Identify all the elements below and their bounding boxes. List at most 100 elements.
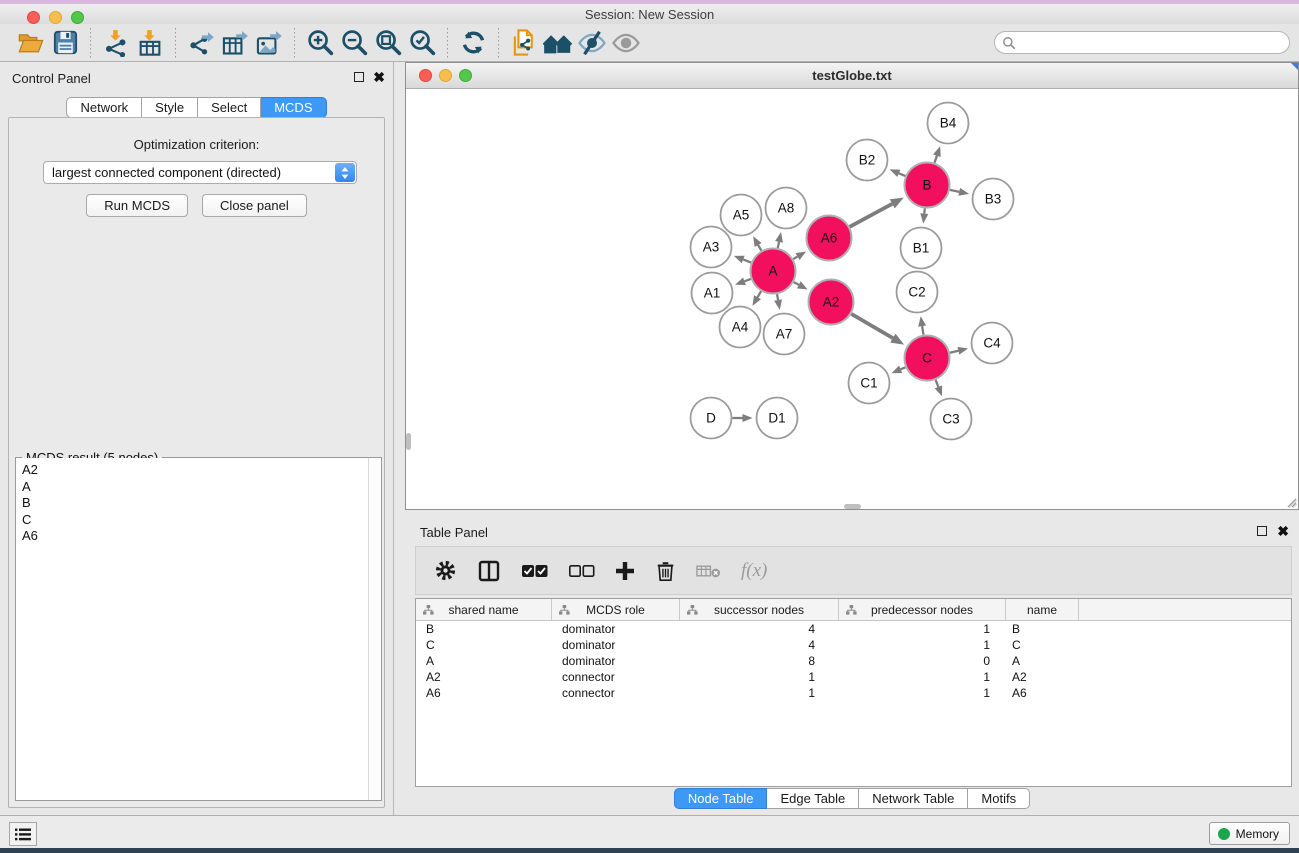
table-row[interactable]: Bdominator41B: [416, 621, 1291, 637]
graph-edge[interactable]: [924, 208, 925, 213]
edge-arrowhead-icon: [753, 236, 761, 247]
canvas-vertical-scrollbar[interactable]: [406, 433, 411, 450]
main-toolbar: [0, 24, 1299, 62]
close-panel-icon[interactable]: ✖: [373, 72, 385, 82]
delete-table-button[interactable]: [696, 563, 721, 579]
export-network-button[interactable]: [184, 27, 218, 59]
table-row[interactable]: Adominator80A: [416, 653, 1291, 669]
open-file-button[interactable]: [14, 27, 48, 59]
table-row[interactable]: Cdominator41C: [416, 637, 1291, 653]
tab-node-table[interactable]: Node Table: [674, 788, 768, 809]
deselect-all-columns-button[interactable]: [568, 563, 595, 579]
optimization-criterion-dropdown[interactable]: largest connected component (directed): [43, 161, 357, 184]
node-table[interactable]: shared nameMCDS rolesuccessor nodesprede…: [415, 598, 1292, 787]
gear-button[interactable]: [434, 559, 457, 582]
application-window: Session: New Session: [0, 0, 1299, 853]
float-panel-icon[interactable]: [354, 72, 364, 82]
apply-layout-button[interactable]: [456, 27, 490, 59]
network-canvas[interactable]: B4B2BB3A5A8A6B1A3AA1C2A2A4A7C4CC1C3DD1: [406, 89, 1298, 509]
mcds-result-item[interactable]: A2: [22, 462, 381, 479]
tab-edge-table[interactable]: Edge Table: [767, 788, 859, 809]
tab-mcds[interactable]: MCDS: [261, 97, 326, 118]
show-graphics-details-button[interactable]: [609, 27, 643, 59]
graph-edge[interactable]: [743, 259, 751, 262]
run-mcds-button[interactable]: Run MCDS: [86, 194, 188, 217]
table-cell: connector: [552, 669, 680, 685]
export-table-button[interactable]: [218, 27, 252, 59]
canvas-horizontal-scrollbar[interactable]: [844, 504, 861, 509]
network-graph[interactable]: B4B2BB3A5A8A6B1A3AA1C2A2A4A7C4CC1C3DD1: [406, 89, 1298, 510]
resize-grip-icon[interactable]: [1285, 496, 1297, 508]
column-header-successor-nodes[interactable]: successor nodes: [680, 599, 839, 620]
tab-network[interactable]: Network: [66, 97, 142, 118]
column-layout-button[interactable]: [477, 559, 501, 583]
select-all-columns-button[interactable]: [521, 563, 548, 579]
tab-motifs[interactable]: Motifs: [968, 788, 1030, 809]
open-browser-button[interactable]: [541, 27, 575, 59]
duplicate-network-button[interactable]: [507, 27, 541, 59]
graph-edge[interactable]: [922, 326, 923, 335]
tab-style[interactable]: Style: [142, 97, 198, 118]
graph-edge[interactable]: [950, 190, 959, 192]
mcds-result-item[interactable]: C: [22, 512, 381, 529]
export-image-button[interactable]: [252, 27, 286, 59]
column-header-shared-name[interactable]: shared name: [416, 599, 552, 620]
delete-column-icon: [655, 560, 676, 582]
column-header-predecessor-nodes[interactable]: predecessor nodes: [839, 599, 1006, 620]
graph-edge[interactable]: [758, 245, 761, 251]
save-session-button[interactable]: [48, 27, 82, 59]
graph-edge[interactable]: [950, 351, 958, 353]
add-column-button[interactable]: [615, 561, 635, 581]
tab-network-table[interactable]: Network Table: [859, 788, 968, 809]
graph-edge[interactable]: [851, 314, 893, 338]
graph-edge[interactable]: [935, 156, 937, 163]
import-network-button[interactable]: [99, 27, 133, 59]
apply-layout-icon: [460, 29, 487, 56]
mcds-result-item[interactable]: A: [22, 479, 381, 496]
main-titlebar[interactable]: Session: New Session: [0, 4, 1299, 24]
graph-edge[interactable]: [758, 291, 762, 297]
function-builder-button[interactable]: f(x): [741, 560, 767, 582]
toolbar-separator: [90, 28, 91, 58]
zoom-fit-button[interactable]: [371, 27, 405, 59]
graph-edge[interactable]: [744, 279, 750, 281]
close-panel-button[interactable]: Close panel: [202, 194, 307, 217]
tab-select[interactable]: Select: [198, 97, 261, 118]
mcds-result-item[interactable]: A6: [22, 528, 381, 545]
hide-graphics-details-button[interactable]: [575, 27, 609, 59]
result-list-scrollbar[interactable]: [368, 458, 381, 800]
toolbar-separator: [175, 28, 176, 58]
graph-edge[interactable]: [777, 294, 778, 300]
table-row[interactable]: A2connector11A2: [416, 669, 1291, 685]
graph-edge[interactable]: [899, 173, 905, 176]
column-header-MCDS-role[interactable]: MCDS role: [552, 599, 680, 620]
column-header-name[interactable]: name: [1006, 599, 1079, 620]
graph-edge[interactable]: [850, 204, 893, 227]
table-row[interactable]: A6connector11A6: [416, 685, 1291, 701]
graph-edge[interactable]: [901, 367, 906, 369]
edge-arrowhead-icon: [935, 385, 942, 396]
column-layout-icon: [477, 559, 501, 583]
search-input[interactable]: [994, 31, 1290, 54]
task-history-button[interactable]: [9, 822, 37, 846]
zoom-in-button[interactable]: [303, 27, 337, 59]
delete-column-button[interactable]: [655, 560, 676, 582]
open-file-icon: [17, 29, 45, 57]
zoom-selected-button[interactable]: [405, 27, 439, 59]
graph-edge[interactable]: [794, 282, 799, 285]
table-cell: A: [416, 653, 552, 669]
graph-edge[interactable]: [793, 257, 797, 260]
float-table-panel-icon[interactable]: [1257, 526, 1267, 536]
mcds-result-list[interactable]: A2ABCA6: [16, 458, 381, 800]
close-table-panel-icon[interactable]: ✖: [1277, 526, 1289, 536]
memory-button[interactable]: Memory: [1209, 822, 1290, 845]
network-window-titlebar[interactable]: testGlobe.txt: [406, 63, 1298, 89]
sort-tree-icon: [423, 605, 434, 615]
graph-edge[interactable]: [778, 242, 779, 248]
edge-arrowhead-icon: [734, 256, 745, 263]
graph-edge[interactable]: [936, 380, 939, 387]
edge-arrowhead-icon: [774, 299, 782, 310]
zoom-out-button[interactable]: [337, 27, 371, 59]
import-table-button[interactable]: [133, 27, 167, 59]
mcds-result-item[interactable]: B: [22, 495, 381, 512]
